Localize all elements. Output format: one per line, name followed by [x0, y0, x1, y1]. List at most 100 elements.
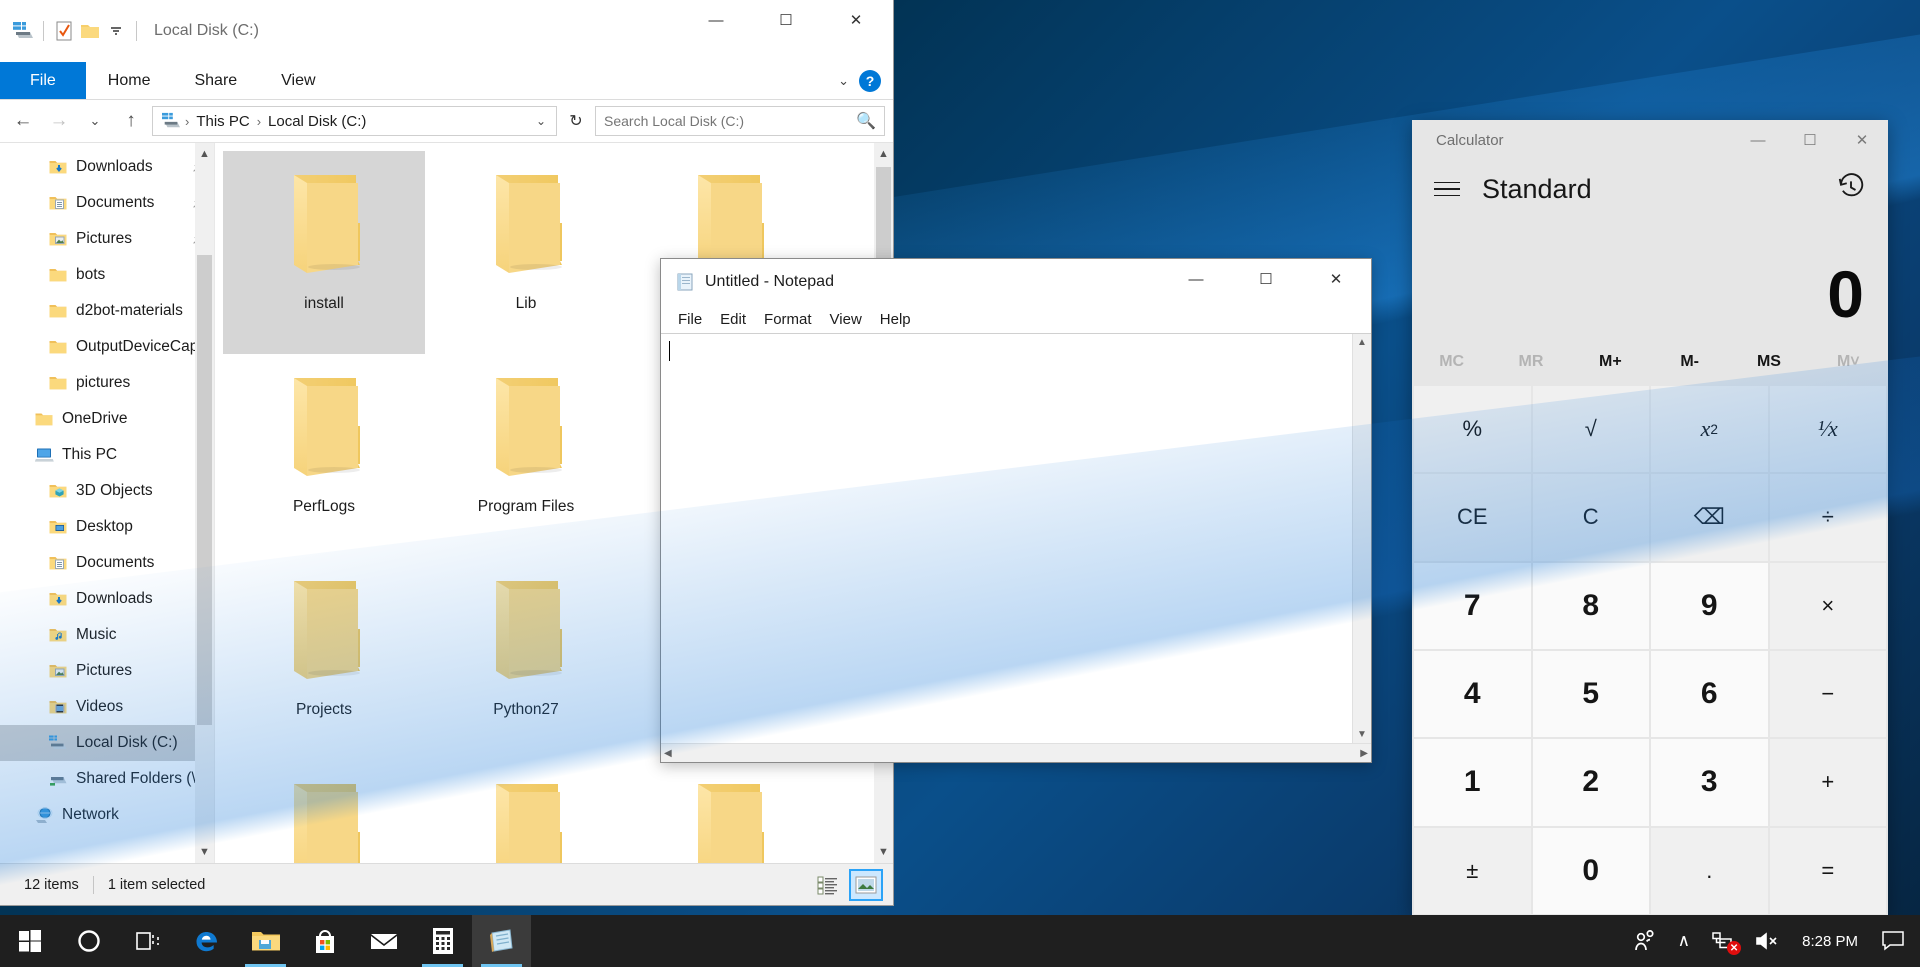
- calc-key-clear-entry[interactable]: CE: [1414, 474, 1531, 560]
- recent-locations-button[interactable]: ⌄: [80, 106, 110, 136]
- sidebar-scrollbar[interactable]: ▲ ▼: [195, 143, 214, 863]
- calc-key-digit-0[interactable]: 0: [1533, 828, 1650, 914]
- show-hidden-icons-button[interactable]: ∧: [1668, 915, 1700, 967]
- calculator-keypad[interactable]: %√x2¹⁄xCEC⌫÷789×456−123+±0.=: [1412, 386, 1888, 916]
- calc-key-digit-5[interactable]: 5: [1533, 651, 1650, 737]
- customize-quick-access-icon[interactable]: [103, 18, 129, 44]
- memory-button-ms[interactable]: MS: [1729, 353, 1808, 371]
- file-item[interactable]: [425, 760, 627, 863]
- explorer-navigation-pane[interactable]: Downloads Documents Pictures bots d2bot-…: [0, 143, 215, 863]
- ribbon-tab-home[interactable]: Home: [86, 62, 173, 99]
- file-item[interactable]: Program Files: [425, 354, 627, 557]
- explorer-minimize-button[interactable]: —: [681, 0, 751, 40]
- notepad-button[interactable]: [472, 915, 531, 967]
- network-error-icon[interactable]: ✕: [1700, 915, 1744, 967]
- explorer-window-controls[interactable]: — ☐ ✕: [681, 0, 891, 62]
- calc-key-digit-3[interactable]: 3: [1651, 739, 1768, 825]
- calculator-maximize-button[interactable]: ☐: [1784, 120, 1836, 160]
- clock[interactable]: 8:28 PM: [1790, 933, 1870, 950]
- notepad-scroll-down-icon[interactable]: ▼: [1354, 726, 1370, 743]
- desktop[interactable]: Local Disk (C:) — ☐ ✕ File Home Share Vi…: [0, 0, 1920, 967]
- back-button[interactable]: ←: [8, 106, 38, 136]
- calc-key-digit-1[interactable]: 1: [1414, 739, 1531, 825]
- sidebar-item-d2bot-materials[interactable]: d2bot-materials: [0, 293, 214, 329]
- calc-key-clear[interactable]: C: [1533, 474, 1650, 560]
- file-item[interactable]: PerfLogs: [223, 354, 425, 557]
- file-item[interactable]: [223, 760, 425, 863]
- calc-key-backspace[interactable]: ⌫: [1651, 474, 1768, 560]
- explorer-navigation-bar[interactable]: ← → ⌄ ↑ › This PC › Local Disk (C:) ⌄: [0, 100, 893, 142]
- calculator-window[interactable]: Calculator — ☐ ✕ Standard 0 MCMRM+M-MSM˅…: [1412, 120, 1888, 916]
- breadcrumb-this-pc[interactable]: This PC: [193, 113, 252, 130]
- calc-key-percent[interactable]: %: [1414, 386, 1531, 472]
- sidebar-item-documents[interactable]: Documents: [0, 545, 214, 581]
- history-icon[interactable]: [1836, 172, 1866, 207]
- calc-key-reciprocal[interactable]: ¹⁄x: [1770, 386, 1887, 472]
- details-view-button[interactable]: [811, 869, 845, 901]
- up-button[interactable]: ↑: [116, 106, 146, 136]
- calc-key-digit-9[interactable]: 9: [1651, 563, 1768, 649]
- content-scroll-up-icon[interactable]: ▲: [874, 143, 893, 165]
- calc-key-digit-7[interactable]: 7: [1414, 563, 1531, 649]
- sidebar-item-shared-folders[interactable]: Shared Folders (\: [0, 761, 214, 797]
- sidebar-item-3d-objects[interactable]: 3D Objects: [0, 473, 214, 509]
- sidebar-item-downloads[interactable]: Downloads: [0, 581, 214, 617]
- ribbon-expand-icon[interactable]: ⌄: [838, 73, 849, 89]
- sidebar-item-downloads[interactable]: Downloads: [0, 149, 214, 185]
- calculator-minimize-button[interactable]: —: [1732, 120, 1784, 160]
- calc-key-equals[interactable]: =: [1770, 828, 1887, 914]
- address-dropdown-icon[interactable]: ⌄: [530, 114, 552, 128]
- refresh-button[interactable]: ↻: [563, 106, 589, 136]
- calc-key-digit-6[interactable]: 6: [1651, 651, 1768, 737]
- help-icon[interactable]: ?: [859, 70, 881, 92]
- search-input[interactable]: [604, 113, 856, 129]
- notepad-close-button[interactable]: ✕: [1301, 259, 1371, 299]
- search-icon[interactable]: 🔍: [856, 111, 876, 131]
- calculator-window-controls[interactable]: — ☐ ✕: [1732, 120, 1888, 160]
- computer-icon[interactable]: [10, 18, 36, 44]
- sidebar-item-this-pc[interactable]: This PC: [0, 437, 214, 473]
- people-icon[interactable]: [1622, 915, 1668, 967]
- edge-button[interactable]: [177, 915, 236, 967]
- menu-file[interactable]: File: [669, 309, 711, 330]
- file-item[interactable]: Python27: [425, 557, 627, 760]
- volume-muted-icon[interactable]: [1744, 915, 1790, 967]
- sidebar-item-music[interactable]: Music: [0, 617, 214, 653]
- calculator-memory-row[interactable]: MCMRM+M-MSM˅: [1412, 338, 1888, 386]
- content-scrollbar[interactable]: ▲ ▼: [874, 143, 893, 863]
- sidebar-item-videos[interactable]: Videos: [0, 689, 214, 725]
- calc-key-square-root[interactable]: √: [1533, 386, 1650, 472]
- hamburger-icon[interactable]: [1434, 179, 1460, 199]
- sidebar-item-pictures[interactable]: Pictures: [0, 221, 214, 257]
- notepad-window-controls[interactable]: — ☐ ✕: [1161, 259, 1371, 305]
- sidebar-item-desktop[interactable]: Desktop: [0, 509, 214, 545]
- start-button[interactable]: [0, 915, 59, 967]
- notepad-title-bar[interactable]: Untitled - Notepad — ☐ ✕: [661, 259, 1371, 305]
- explorer-ribbon-tabs[interactable]: File Home Share View ⌄ ?: [0, 62, 893, 100]
- file-item[interactable]: Projects: [223, 557, 425, 760]
- notepad-scroll-up-icon[interactable]: ▲: [1354, 334, 1370, 351]
- properties-icon[interactable]: [51, 18, 77, 44]
- sidebar-item-onedrive[interactable]: OneDrive: [0, 401, 214, 437]
- file-grid[interactable]: install Lib PerfLogs: [215, 143, 893, 863]
- new-folder-icon[interactable]: [77, 18, 103, 44]
- search-box[interactable]: 🔍: [595, 106, 885, 136]
- explorer-close-button[interactable]: ✕: [821, 0, 891, 40]
- sidebar-scroll-up-icon[interactable]: ▲: [195, 143, 214, 165]
- ribbon-tab-file[interactable]: File: [0, 62, 86, 99]
- calculator-button[interactable]: [413, 915, 472, 967]
- address-bar[interactable]: › This PC › Local Disk (C:) ⌄: [152, 106, 557, 136]
- sidebar-scroll-thumb[interactable]: [197, 255, 212, 725]
- explorer-file-list[interactable]: install Lib PerfLogs: [215, 143, 893, 863]
- sidebar-item-pictures[interactable]: Pictures: [0, 653, 214, 689]
- notepad-menu-bar[interactable]: File Edit Format View Help: [661, 305, 1371, 333]
- notepad-text-area[interactable]: [661, 334, 1352, 743]
- notepad-scroll-right-icon[interactable]: ▶: [1357, 745, 1371, 762]
- sidebar-item-local-disk-c[interactable]: Local Disk (C:): [0, 725, 214, 761]
- calculator-close-button[interactable]: ✕: [1836, 120, 1888, 160]
- calculator-title-bar[interactable]: Calculator — ☐ ✕: [1412, 120, 1888, 160]
- mail-button[interactable]: [354, 915, 413, 967]
- notepad-window[interactable]: Untitled - Notepad — ☐ ✕ File Edit Forma…: [660, 258, 1372, 763]
- sidebar-item-documents[interactable]: Documents: [0, 185, 214, 221]
- sidebar-item-network[interactable]: Network: [0, 797, 214, 833]
